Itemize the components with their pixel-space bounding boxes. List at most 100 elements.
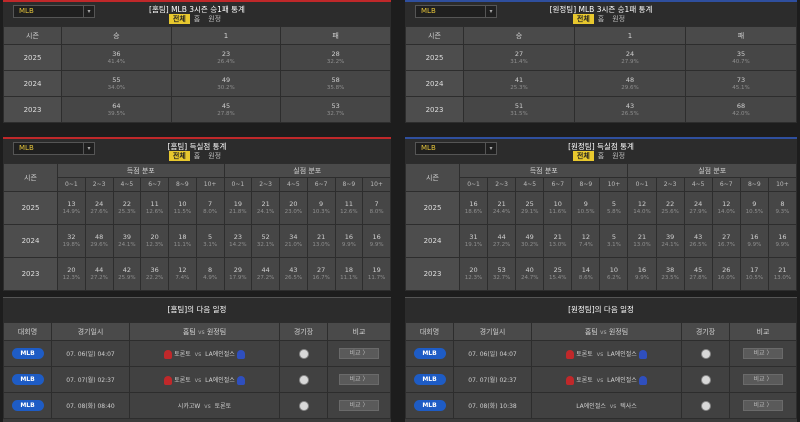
league-badge[interactable]: MLB <box>11 400 44 411</box>
compare-button[interactable]: 비교 〉 <box>743 348 783 359</box>
run-percent: 14.2% <box>229 242 247 248</box>
away-team[interactable]: LA에인절스 <box>205 349 247 359</box>
allowed-cell: 20 23.0% <box>279 191 308 225</box>
season-cell: 2025 <box>3 44 62 71</box>
compare-cell: 비교 〉 <box>729 366 797 393</box>
league-cell: MLB <box>3 392 52 419</box>
tab-away[interactable]: 원정 <box>608 14 629 24</box>
home-team[interactable]: 토론토 <box>564 349 593 359</box>
stat-count: 49 <box>221 75 231 84</box>
league-badge[interactable]: MLB <box>413 400 446 411</box>
run-count: 9 <box>319 200 324 208</box>
venue-cell <box>681 392 730 419</box>
baseball-icon[interactable] <box>700 348 711 359</box>
run-count: 16 <box>750 233 759 241</box>
run-percent: 9.9% <box>369 242 384 248</box>
league-badge[interactable]: MLB <box>413 348 446 359</box>
teams-cell: 시카고W vs 토론토 <box>129 392 280 419</box>
run-percent: 12.3% <box>62 275 81 281</box>
compare-button[interactable]: 비교 〉 <box>339 400 379 411</box>
run-percent: 8.6% <box>578 275 593 281</box>
baseball-icon[interactable] <box>700 400 711 411</box>
tab-all[interactable]: 전체 <box>572 151 594 161</box>
away-team[interactable]: 토론토 <box>215 401 232 410</box>
run-percent: 24.1% <box>256 209 275 215</box>
run-count: 5 <box>208 233 213 241</box>
tab-home[interactable]: 홈 <box>190 14 204 24</box>
stat-percent: 40.7% <box>732 58 750 65</box>
run-count: 44 <box>94 266 104 274</box>
run-percent: 13.0% <box>312 242 330 248</box>
compare-button[interactable]: 비교 〉 <box>743 400 783 411</box>
baseball-icon[interactable] <box>298 374 309 385</box>
panel-title: [원정팀]의 다음 일정 <box>405 298 797 322</box>
stat-count: 68 <box>736 101 746 110</box>
column-header: 승 <box>61 26 172 45</box>
bin-header: 6~7 <box>711 177 741 192</box>
baseball-icon[interactable] <box>298 400 309 411</box>
run-count: 8 <box>208 266 213 274</box>
run-percent: 16.7% <box>717 242 735 248</box>
season-cell: 2024 <box>405 224 460 258</box>
season-cell: 2025 <box>405 191 460 225</box>
away-team[interactable]: 텍사스 <box>620 401 637 410</box>
run-percent: 13.0% <box>773 275 792 281</box>
tab-home[interactable]: 홈 <box>190 151 204 161</box>
column-header: 1 <box>170 26 282 45</box>
bin-header: 8~9 <box>168 177 197 192</box>
helmet-icon <box>638 349 647 359</box>
run-percent: 14.9% <box>62 209 81 215</box>
season-cell: 2023 <box>405 257 460 291</box>
bin-header: 0~1 <box>458 177 489 192</box>
run-percent: 11.1% <box>340 275 358 281</box>
compare-button[interactable]: 비교 〉 <box>743 374 783 385</box>
stat-cell: 68 42.0% <box>685 96 797 123</box>
home-team[interactable]: LA에인절스 <box>576 401 606 410</box>
home-team[interactable]: 토론토 <box>564 375 593 385</box>
away-team[interactable]: LA에인절스 <box>205 375 247 385</box>
vs-label: vs <box>609 403 617 410</box>
compare-button[interactable]: 비교 〉 <box>339 374 379 385</box>
tab-away[interactable]: 원정 <box>204 151 225 161</box>
tab-all[interactable]: 전체 <box>168 14 190 24</box>
tab-all[interactable]: 전체 <box>168 151 190 161</box>
tab-away[interactable]: 원정 <box>204 14 225 24</box>
league-badge[interactable]: MLB <box>11 374 44 385</box>
scored-cell: 22 25.3% <box>112 191 142 225</box>
allowed-header: 실점 분포 <box>627 163 797 178</box>
baseball-icon[interactable] <box>298 348 309 359</box>
tab-bar: 전체 홈 원정 <box>3 14 391 24</box>
venue-header: 경기장 <box>681 322 730 341</box>
run-count: 20 <box>150 233 159 241</box>
tab-all[interactable]: 전체 <box>572 14 594 24</box>
league-badge[interactable]: MLB <box>413 374 446 385</box>
allowed-cell: 23 14.2% <box>223 224 253 258</box>
run-count: 17 <box>750 266 759 274</box>
home-team-name: 시카고W <box>177 403 201 410</box>
tab-home[interactable]: 홈 <box>594 151 608 161</box>
season-cell: 2025 <box>3 191 58 225</box>
tab-home[interactable]: 홈 <box>594 14 608 24</box>
bin-header: 8~9 <box>571 177 601 192</box>
date-header: 경기일시 <box>51 322 130 341</box>
tab-away[interactable]: 원정 <box>608 151 629 161</box>
table-row: 2024 32 19.8% 48 29.6% 39 24.1% 20 12.3% 18 11.1% 5… <box>3 224 391 258</box>
away-team[interactable]: LA에인절스 <box>607 375 649 385</box>
home-team[interactable]: 토론토 <box>162 349 191 359</box>
run-count: 21 <box>316 233 326 241</box>
baseball-icon[interactable] <box>700 374 711 385</box>
table-row: 2025 13 14.9% 24 27.6% 22 25.3% 11 12.6% 10 11.5% 7… <box>3 191 391 225</box>
compare-button[interactable]: 비교 〉 <box>339 348 379 359</box>
helmet-icon <box>566 349 575 359</box>
run-count: 19 <box>233 200 243 208</box>
run-percent: 17.9% <box>229 275 247 281</box>
vs-label: vs <box>204 403 211 410</box>
run-percent: 14.0% <box>717 209 735 215</box>
home-team[interactable]: 토론토 <box>162 375 191 385</box>
home-record-panel: MLB ▾ [홈팀] MLB 3시즌 승1패 통계 전체 홈 원정 시즌 승 1 패 2025… <box>3 0 391 123</box>
venue-cell <box>681 340 730 367</box>
scored-cell: 9 10.5% <box>571 191 601 225</box>
away-team[interactable]: LA에인절스 <box>607 349 649 359</box>
league-badge[interactable]: MLB <box>11 348 44 359</box>
home-team[interactable]: 시카고W <box>178 401 201 410</box>
